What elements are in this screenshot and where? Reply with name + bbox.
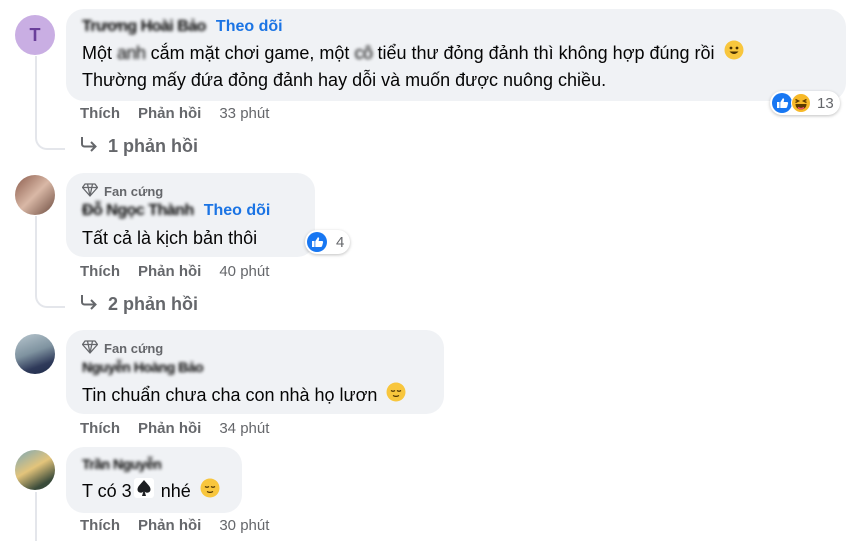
- spade-icon: [133, 478, 154, 506]
- like-reaction-icon: [307, 232, 327, 252]
- like-action[interactable]: Thích: [80, 517, 120, 534]
- comment-text-part: tiểu thư đỏng đảnh thì không hợp đúng rồ…: [372, 43, 715, 63]
- author-name[interactable]: Trần Nguyễn: [82, 456, 162, 472]
- fan-badge-label: Fan cứng: [104, 184, 164, 199]
- reaction-count: 4: [336, 233, 345, 251]
- thread-line: [35, 216, 37, 284]
- replies-count-label: 1 phản hồi: [108, 136, 198, 156]
- comment-actions: Thích Phản hồi 30 phút: [80, 517, 269, 534]
- smile-emoji-icon: [724, 40, 744, 68]
- fan-badge: Fan cứng: [81, 183, 164, 200]
- avatar[interactable]: [15, 175, 55, 215]
- reply-arrow-icon: [80, 294, 98, 315]
- blurred-word: cô: [354, 43, 373, 63]
- like-action[interactable]: Thích: [80, 420, 120, 437]
- follow-link[interactable]: Theo dõi: [216, 18, 283, 35]
- author-name[interactable]: Đỗ Ngọc Thành: [82, 202, 194, 220]
- comment-actions: Thích Phản hồi 34 phút: [80, 420, 269, 437]
- thread-line: [35, 56, 37, 126]
- avatar[interactable]: T: [15, 15, 55, 55]
- timestamp[interactable]: 34 phút: [219, 420, 269, 437]
- reply-action[interactable]: Phản hồi: [138, 263, 201, 280]
- view-replies[interactable]: 1 phản hồi: [80, 136, 198, 157]
- comment-bubble: Trần Nguyễn T có 3 nhé: [66, 447, 242, 513]
- comment-text: Tất cả là kịch bản thôi: [82, 228, 258, 248]
- timestamp[interactable]: 30 phút: [219, 517, 269, 534]
- comment-text-part: Một: [82, 43, 118, 63]
- relieved-emoji-icon: [386, 382, 406, 410]
- timestamp[interactable]: 40 phút: [219, 263, 269, 280]
- comment-author-row: Trương Hoài Bảo Theo dõi: [82, 18, 283, 36]
- follow-link[interactable]: Theo dõi: [204, 202, 271, 219]
- comment-bubble: Fan cứng Nguyễn Hoàng Bảo Tin chuẩn chưa…: [66, 330, 444, 414]
- comment-bubble: Trương Hoài Bảo Theo dõi Một anh cắm mặt …: [66, 9, 846, 101]
- reaction-summary[interactable]: 13: [770, 91, 840, 115]
- like-action[interactable]: Thích: [80, 105, 120, 122]
- thread-connector: [35, 284, 65, 308]
- like-action[interactable]: Thích: [80, 263, 120, 280]
- reaction-count: 13: [817, 94, 834, 112]
- comment-text: Một anh cắm mặt chơi game, một cô tiểu t…: [82, 40, 744, 68]
- comment-author-row: Đỗ Ngọc Thành Theo dõi: [82, 202, 270, 220]
- comment-text: T có 3 nhé: [82, 478, 220, 506]
- author-name[interactable]: Trương Hoài Bảo: [82, 18, 206, 36]
- blurred-word: anh: [117, 43, 146, 63]
- diamond-icon: [81, 183, 99, 200]
- reaction-summary[interactable]: 4: [305, 230, 351, 254]
- view-replies[interactable]: 2 phản hồi: [80, 294, 198, 315]
- avatar[interactable]: [15, 334, 55, 374]
- reply-arrow-icon: [80, 136, 98, 157]
- comment-actions: Thích Phản hồi 40 phút: [80, 263, 269, 280]
- comment-text-part: Tin chuẩn chưa cha con nhà họ lươn: [82, 385, 378, 405]
- reply-action[interactable]: Phản hồi: [138, 420, 201, 437]
- comment-text-part: cắm mặt chơi game, một: [145, 43, 355, 63]
- timestamp[interactable]: 33 phút: [219, 105, 269, 122]
- avatar-letter: T: [29, 24, 41, 45]
- diamond-icon: [81, 340, 99, 357]
- like-reaction-icon: [772, 93, 792, 113]
- comment-author-row: Nguyễn Hoàng Bảo: [82, 359, 204, 377]
- reply-action[interactable]: Phản hồi: [138, 517, 201, 534]
- comment-author-row: Trần Nguyễn: [82, 456, 162, 474]
- author-name[interactable]: Nguyễn Hoàng Bảo: [82, 359, 204, 375]
- comment-text-part: T có 3: [82, 481, 132, 501]
- comment-text-part: nhé: [155, 481, 191, 501]
- comment-actions: Thích Phản hồi 33 phút: [80, 105, 269, 122]
- fan-badge: Fan cứng: [81, 340, 164, 357]
- haha-reaction-icon: [791, 93, 811, 113]
- thread-connector: [35, 126, 65, 150]
- relieved-emoji-icon: [200, 478, 220, 506]
- comment-text: Tin chuẩn chưa cha con nhà họ lươn: [82, 382, 406, 410]
- comment-text-line2: Thường mấy đứa đỏng đảnh hay dỗi và muốn…: [82, 70, 607, 90]
- fan-badge-label: Fan cứng: [104, 341, 164, 356]
- avatar[interactable]: [15, 450, 55, 490]
- thread-line: [35, 492, 37, 541]
- comment-bubble: Fan cứng Đỗ Ngọc Thành Theo dõi Tất cả là…: [66, 173, 315, 257]
- reply-action[interactable]: Phản hồi: [138, 105, 201, 122]
- replies-count-label: 2 phản hồi: [108, 294, 198, 314]
